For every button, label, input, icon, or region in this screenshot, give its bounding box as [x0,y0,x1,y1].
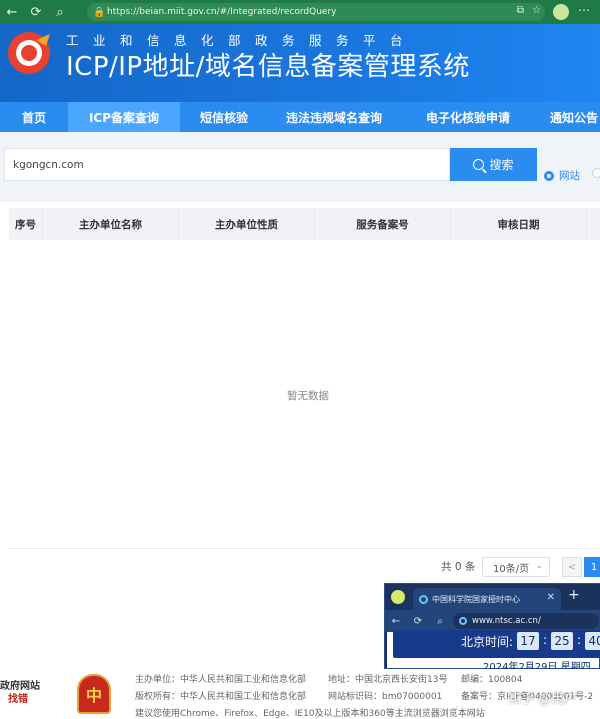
col-org-name: 主办单位名称 [43,208,179,240]
page-size-value: 10条/页 [493,563,530,575]
miit-logo-icon [8,32,50,74]
tab-illegal-domain-query[interactable]: 违法违规域名查询 [268,102,400,132]
search-icon[interactable]: ⌕ [48,0,72,24]
favorite-star-icon[interactable]: ☆ [532,5,541,16]
site-favicon-icon [419,594,428,604]
main-nav: 首页 ICP备案查询 短信核验 违法违规域名查询 电子化核验申请 通知公告 [0,102,600,132]
party-emblem-icon[interactable]: 中 [77,674,111,714]
col-index: 序号 [9,208,43,240]
profile-avatar[interactable] [391,590,405,604]
chevron-down-icon: ⌄ [535,561,543,571]
overlay-tab[interactable]: 中国科学院国家授时中心 ✕ [413,588,561,610]
profile-avatar[interactable] [553,4,569,20]
search-button-label: 搜索 [489,158,514,172]
tab-icp-query[interactable]: ICP备案查询 [68,102,180,132]
radio-website-label: 网站 [559,170,580,182]
minute-box: 25 [551,632,573,650]
beijing-time-label: 北京时间: [461,635,514,649]
close-tab-icon[interactable]: ✕ [547,592,555,603]
overlay-tab-title: 中国科学院国家授时中心 [432,594,520,604]
second-box: 40 [585,632,600,650]
table-divider [9,548,600,549]
radio-checked-icon [544,170,554,181]
back-icon[interactable]: ← [0,0,24,24]
footer-address: 地址：中国北京西长安街13号 [328,675,448,685]
reload-icon[interactable]: ⟳ [24,0,48,24]
pagination-total: 共 0 条 [441,561,476,573]
footer-zip: 邮编：100804 [461,675,523,685]
footer-org: 主办单位：中华人民共和国工业和信息化部 [135,675,307,685]
tab-sms-verify[interactable]: 短信核验 [180,102,268,132]
tab-home[interactable]: 首页 [0,102,68,132]
address-url: https://beian.miit.gov.cn/#/Integrated/r… [107,7,337,17]
search-icon [473,159,485,170]
header-title: ICP/IP地址/域名信息备案管理系统 [66,52,470,82]
hour-box: 17 [517,632,539,650]
page-size-select[interactable]: 10条/页 ⌄ [482,557,550,577]
footer-site-id: 网站标识码：bm07000001 [328,692,443,702]
page-1-button[interactable]: 1 [584,557,600,577]
new-tab-icon[interactable]: + [568,587,580,603]
col-record-number: 服务备案号 [315,208,451,240]
browser-toolbar: ← ⟳ ⌕ 🔒 https://beian.miit.gov.cn/#/Inte… [0,0,600,24]
tab-electronic-verify[interactable]: 电子化核验申请 [400,102,536,132]
back-icon[interactable]: ← [385,616,407,627]
search-button[interactable]: 搜索 [450,148,537,181]
extension-icon[interactable]: ⧉ [517,5,524,16]
result-table: 序号 主办单位名称 主办单位性质 服务备案号 审核日期 暂无数据 [9,208,600,548]
overlay-url: www.ntsc.ac.cn/ [472,616,541,626]
colon: : [577,633,582,647]
clock-strip: 北京时间: 17 : 25 : 40 [393,630,600,658]
col-org-type: 主办单位性质 [179,208,315,240]
footer-copyright: 版权所有：中华人民共和国工业和信息化部 [135,692,307,702]
ntsc-browser-window: 中国科学院国家授时中心 ✕ + ← ⟳ ⌕ www.ntsc.ac.cn/ 北京… [384,583,600,673]
zhihu-watermark: 知乎 @用户 [508,692,578,707]
col-review-date: 审核日期 [451,208,587,240]
lock-icon: 🔒 [93,6,106,18]
overlay-page: 北京时间: 17 : 25 : 40 2024年2月29日 星期四 [387,630,600,673]
address-bar[interactable]: 🔒 https://beian.miit.gov.cn/#/Integrated… [87,3,545,21]
site-header: 工业和信息化部政务服务平台 ICP/IP地址/域名信息备案管理系统 [0,24,600,102]
tab-notices[interactable]: 通知公告 [536,102,600,132]
gov-find-error-link[interactable]: 找错 [8,690,28,705]
overlay-toolbar: ← ⟳ ⌕ www.ntsc.ac.cn/ [385,610,600,632]
radio-website[interactable]: 网站 [544,168,580,183]
colon: : [543,633,548,647]
table-header: 序号 主办单位名称 主办单位性质 服务备案号 审核日期 [9,208,600,240]
overlay-address-bar[interactable]: www.ntsc.ac.cn/ [453,613,599,629]
more-menu-icon[interactable]: ⋯ [578,3,590,17]
search-area: kgongcn.com 搜索 网站 [0,132,600,202]
search-icon[interactable]: ⌕ [429,616,451,627]
prev-page-button[interactable]: < [562,557,582,577]
empty-message: 暂无数据 [287,390,329,402]
overlay-tabbar: 中国科学院国家授时中心 ✕ + [385,584,600,610]
search-input[interactable]: kgongcn.com [4,148,450,181]
footer-browser-tip: 建议您使用Chrome、Firefox、Edge、IE10及以上版本和360等主… [135,709,485,719]
reload-icon[interactable]: ⟳ [407,616,429,627]
radio-other[interactable] [592,168,600,178]
site-favicon-icon [459,617,467,625]
